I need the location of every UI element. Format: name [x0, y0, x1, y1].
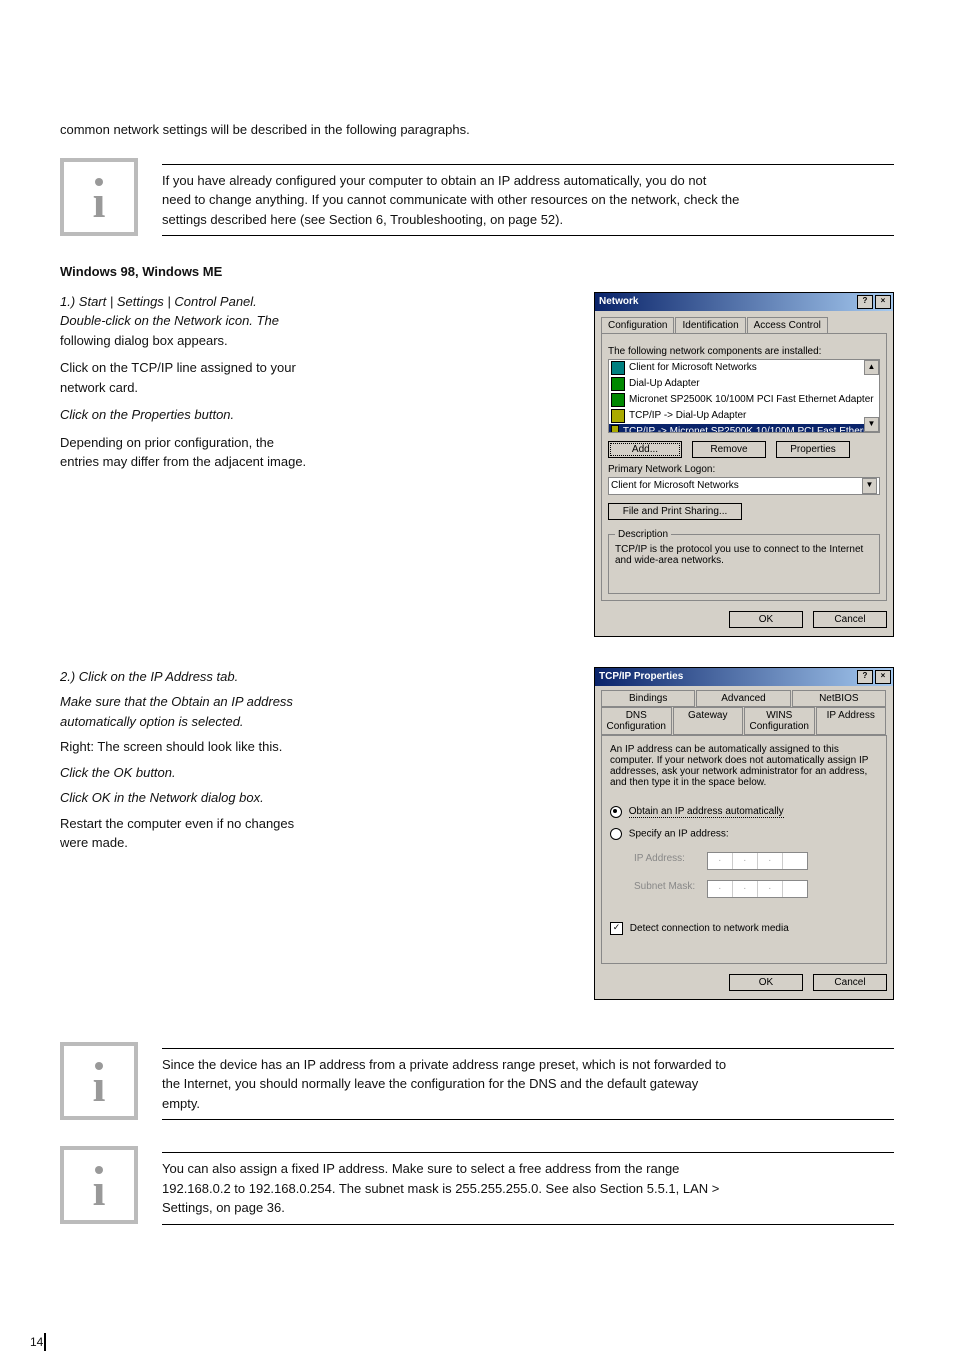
ok-button[interactable]: OK — [729, 611, 803, 628]
close-icon[interactable]: × — [875, 295, 891, 309]
lead-line: common network settings will be describe… — [60, 120, 894, 140]
step1-sc: Click on the Properties button. — [60, 405, 578, 425]
logon-value: Client for Microsoft Networks — [611, 480, 739, 491]
network-title: Network — [599, 296, 638, 307]
list-item-selected[interactable]: TCP/IP -> Micronet SP2500K 10/100M PCI F… — [609, 424, 879, 433]
list-item[interactable]: TCP/IP -> Dial-Up Adapter — [609, 408, 879, 424]
remove-button[interactable]: Remove — [692, 441, 766, 458]
step1-c: following dialog box appears. — [60, 331, 578, 351]
adapter-icon — [611, 393, 625, 407]
tab-access-control[interactable]: Access Control — [747, 317, 828, 333]
info-icon: ı — [60, 158, 138, 236]
info1-l1: If you have already configured your comp… — [162, 171, 894, 191]
tab-netbios[interactable]: NetBIOS — [792, 690, 886, 707]
tab-gateway[interactable]: Gateway — [673, 707, 744, 735]
tab-configuration[interactable]: Configuration — [601, 317, 674, 333]
info1-l3: settings described here (see Section 6, … — [162, 210, 894, 230]
scroll-down-icon[interactable]: ▼ — [864, 417, 879, 432]
step2-c: automatically option is selected. — [60, 712, 578, 732]
radio-specify[interactable]: Specify an IP address: — [610, 828, 878, 840]
tab-ipaddress[interactable]: IP Address — [816, 707, 887, 735]
help-icon[interactable]: ? — [857, 295, 873, 309]
radio-auto[interactable]: Obtain an IP address automatically — [610, 806, 878, 818]
tab-dns[interactable]: DNS Configuration — [601, 707, 672, 735]
list-item[interactable]: Micronet SP2500K 10/100M PCI Fast Ethern… — [609, 392, 879, 408]
protocol-icon — [611, 425, 619, 433]
cancel-button[interactable]: Cancel — [813, 611, 887, 628]
page-bar — [44, 1333, 46, 1351]
adapter-icon — [611, 377, 625, 391]
step2-f: Click OK in the Network dialog box. — [60, 788, 578, 808]
page-number: 14 — [30, 1335, 43, 1349]
help-icon[interactable]: ? — [857, 670, 873, 684]
cancel-button[interactable]: Cancel — [813, 974, 887, 991]
radio-icon — [610, 806, 622, 818]
step2-d: Right: The screen should look like this. — [60, 737, 578, 757]
info-block-1: ı If you have already configured your co… — [60, 158, 894, 243]
list-item[interactable]: Dial-Up Adapter — [609, 376, 879, 392]
tcpip-desc: An IP address can be automatically assig… — [610, 744, 878, 788]
label-mask: Subnet Mask: — [634, 881, 704, 892]
properties-button[interactable]: Properties — [776, 441, 850, 458]
info2-l3: empty. — [162, 1094, 894, 1114]
detect-checkbox[interactable]: ✓ Detect connection to network media — [610, 922, 878, 935]
label-logon: Primary Network Logon: — [608, 464, 880, 475]
info-block-3: ı You can also assign a fixed IP address… — [60, 1146, 894, 1231]
info3-l2: 192.168.0.2 to 192.168.0.254. The subnet… — [162, 1179, 894, 1199]
info3-l1: You can also assign a fixed IP address. … — [162, 1159, 894, 1179]
info-icon: ı — [60, 1042, 138, 1120]
scroll-up-icon[interactable]: ▲ — [864, 360, 879, 375]
step1-se: entries may differ from the adjacent ima… — [60, 452, 578, 472]
step1-b: Double-click on the Network icon. The — [60, 311, 578, 331]
client-icon — [611, 361, 625, 375]
checkbox-icon: ✓ — [610, 922, 623, 935]
ok-button[interactable]: OK — [729, 974, 803, 991]
components-listbox[interactable]: ▲ ▼ Client for Microsoft Networks Dial-U… — [608, 359, 880, 433]
tab-identification[interactable]: Identification — [675, 317, 745, 333]
info-block-2: ı Since the device has an IP address fro… — [60, 1042, 894, 1127]
step1-a: 1.) Start | Settings | Control Panel. — [60, 292, 578, 312]
subnet-mask-input[interactable]: ... — [707, 880, 808, 898]
step2-b: Make sure that the Obtain an IP address — [60, 692, 578, 712]
protocol-icon — [611, 409, 625, 423]
step1-sd: Depending on prior configuration, the — [60, 433, 578, 453]
radio-icon — [610, 828, 622, 840]
step2-e: Click the OK button. — [60, 763, 578, 783]
network-dialog: Network ? × Configuration Identification… — [594, 292, 894, 637]
tcpip-tabs: Bindings Advanced NetBIOS DNS Configurat… — [601, 690, 887, 735]
network-tabs: Configuration Identification Access Cont… — [601, 317, 887, 334]
label-installed: The following network components are ins… — [608, 346, 880, 357]
info-icon: ı — [60, 1146, 138, 1224]
step1-sb: network card. — [60, 378, 578, 398]
info3-l3: Settings, on page 36. — [162, 1198, 894, 1218]
tab-advanced[interactable]: Advanced — [696, 690, 790, 707]
chevron-down-icon[interactable]: ▼ — [862, 478, 877, 494]
step2-h: were made. — [60, 833, 578, 853]
tab-bindings[interactable]: Bindings — [601, 690, 695, 707]
logon-dropdown[interactable]: Client for Microsoft Networks ▼ — [608, 477, 880, 495]
tcpip-dialog: TCP/IP Properties ? × Bindings Advanced … — [594, 667, 894, 1000]
step2-a: 2.) Click on the IP Address tab. — [60, 667, 578, 687]
tcpip-title: TCP/IP Properties — [599, 671, 683, 682]
list-item[interactable]: Client for Microsoft Networks — [609, 360, 879, 376]
desc-text: TCP/IP is the protocol you use to connec… — [615, 544, 873, 566]
info1-l2: need to change anything. If you cannot c… — [162, 190, 894, 210]
add-button[interactable]: Add... — [608, 441, 682, 458]
tab-wins[interactable]: WINS Configuration — [744, 707, 815, 735]
info2-l2: the Internet, you should normally leave … — [162, 1074, 894, 1094]
network-titlebar: Network ? × — [595, 293, 893, 311]
tcpip-titlebar: TCP/IP Properties ? × — [595, 668, 893, 686]
os-heading: Windows 98, Windows ME — [60, 262, 894, 282]
file-sharing-button[interactable]: File and Print Sharing... — [608, 503, 742, 520]
desc-title: Description — [615, 529, 671, 540]
ip-address-input[interactable]: ... — [707, 852, 808, 870]
step2-g: Restart the computer even if no changes — [60, 814, 578, 834]
close-icon[interactable]: × — [875, 670, 891, 684]
label-ip: IP Address: — [634, 853, 704, 864]
step1-sa: Click on the TCP/IP line assigned to you… — [60, 358, 578, 378]
info2-l1: Since the device has an IP address from … — [162, 1055, 894, 1075]
